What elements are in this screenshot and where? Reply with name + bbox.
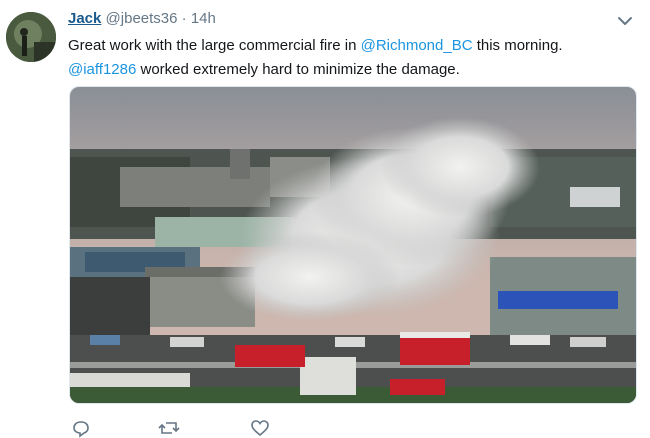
mention-iaff1286[interactable]: @iaff1286 [68, 61, 136, 78]
like-icon[interactable] [250, 418, 270, 438]
header-separator: · [181, 10, 187, 27]
avatar-photo [6, 12, 56, 62]
tweet-photo[interactable] [69, 86, 637, 404]
tweet-actions [72, 418, 632, 438]
avatar[interactable] [6, 12, 56, 62]
tweet-text: Great work with the large commercial fir… [68, 34, 628, 82]
mention-richmond-bc[interactable]: @Richmond_BC [361, 37, 473, 54]
reply-icon[interactable] [72, 418, 90, 438]
tweet: Jack @jbeets36 · 14h Great work with the… [0, 0, 650, 438]
author-name[interactable]: Jack [68, 10, 101, 27]
tweet-timestamp[interactable]: 14h [191, 10, 216, 27]
tweet-text-segment: worked extremely hard to minimize the da… [136, 61, 460, 78]
tweet-text-segment: Great work with the large commercial fir… [68, 37, 361, 54]
tweet-text-segment: this morning. [472, 37, 563, 54]
fire-scene-image [70, 87, 636, 403]
tweet-header: Jack @jbeets36 · 14h [68, 10, 216, 27]
author-handle[interactable]: @jbeets36 [106, 10, 178, 27]
retweet-icon[interactable] [158, 418, 180, 438]
chevron-down-icon[interactable] [616, 12, 634, 30]
